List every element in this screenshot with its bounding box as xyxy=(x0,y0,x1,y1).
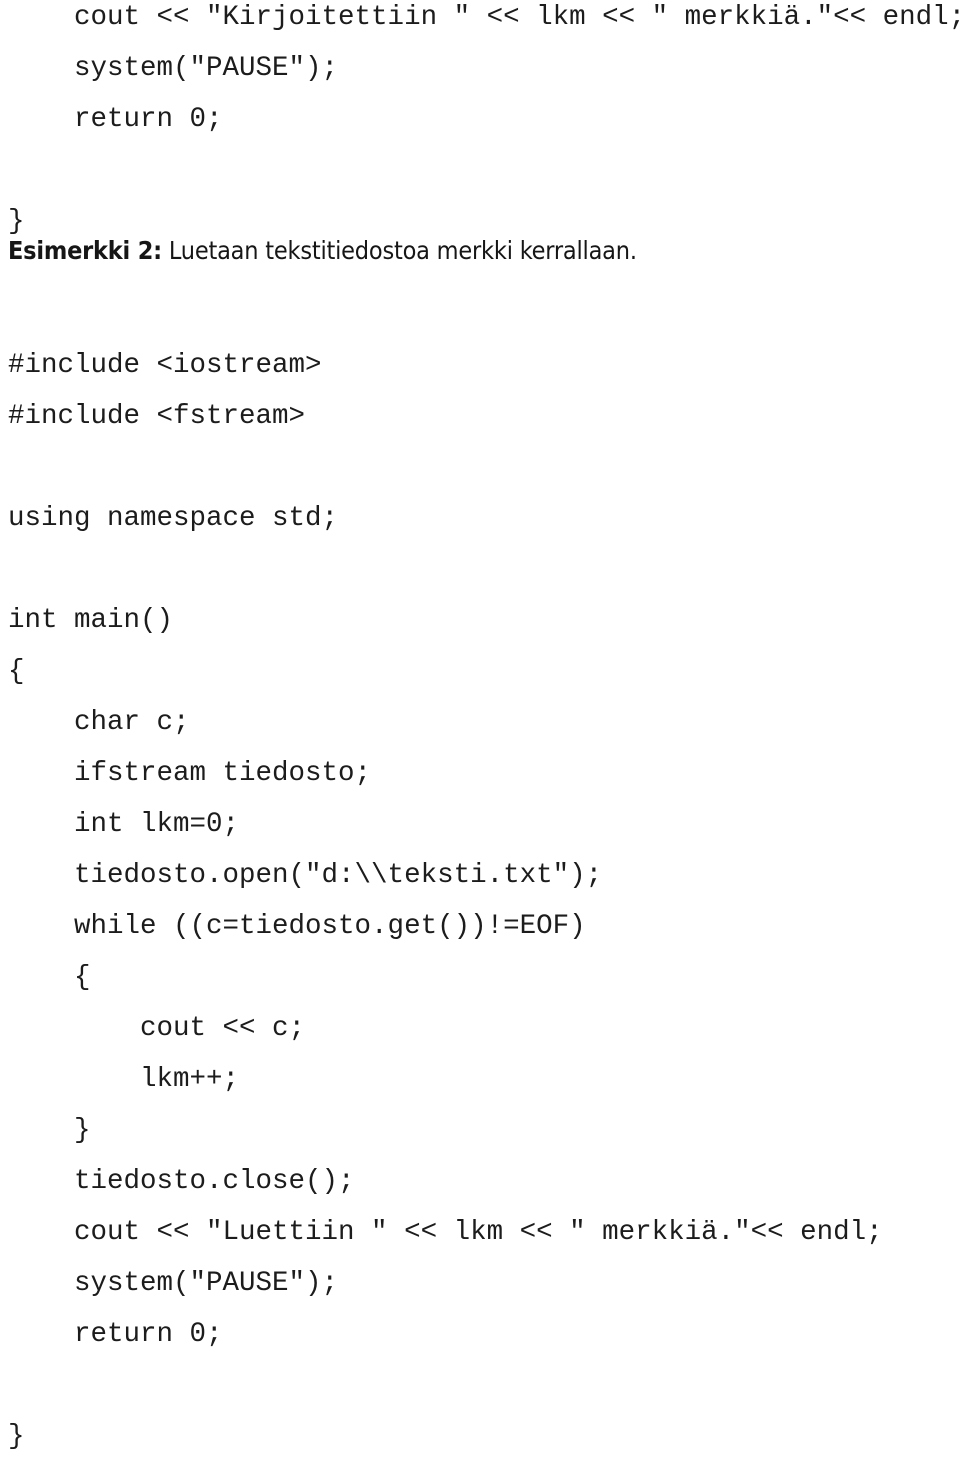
document-page: cout << "Kirjoitettiin " << lkm << " mer… xyxy=(0,0,960,1452)
code-line: } xyxy=(8,1115,91,1146)
code-line: { xyxy=(8,656,25,687)
code-line: cout << c; xyxy=(8,1013,306,1044)
code-line: using namespace std; xyxy=(8,503,339,534)
example-heading-text: Luetaan tekstitiedostoa merkki kerrallaa… xyxy=(161,236,637,265)
code-line: return 0; xyxy=(8,104,223,135)
example-heading: Esimerkki 2: Luetaan tekstitiedostoa mer… xyxy=(8,234,637,268)
code-block-previous-example: cout << "Kirjoitettiin " << lkm << " mer… xyxy=(8,0,960,247)
code-line: cout << "Kirjoitettiin " << lkm << " mer… xyxy=(8,2,960,33)
code-line: #include <iostream> xyxy=(8,350,322,381)
code-line: char c; xyxy=(8,707,190,738)
code-line: system("PAUSE"); xyxy=(8,1268,339,1299)
code-block-example-2: #include <iostream> #include <fstream> us… xyxy=(8,340,883,1462)
code-line: return 0; xyxy=(8,1319,223,1350)
code-line: #include <fstream> xyxy=(8,401,306,432)
code-line: { xyxy=(8,962,91,993)
code-line: int main() xyxy=(8,605,174,636)
code-line: lkm++; xyxy=(8,1064,240,1095)
code-line: int lkm=0; xyxy=(8,809,240,840)
code-line: system("PAUSE"); xyxy=(8,53,339,84)
code-line: tiedosto.open("d:\\teksti.txt"); xyxy=(8,860,603,891)
code-line: while ((c=tiedosto.get())!=EOF) xyxy=(8,911,586,942)
code-line: ifstream tiedosto; xyxy=(8,758,372,789)
code-line: cout << "Luettiin " << lkm << " merkkiä.… xyxy=(8,1217,883,1248)
example-heading-lead: Esimerkki 2: xyxy=(8,236,162,265)
code-line: tiedosto.close(); xyxy=(8,1166,355,1197)
code-line: } xyxy=(8,1421,25,1452)
